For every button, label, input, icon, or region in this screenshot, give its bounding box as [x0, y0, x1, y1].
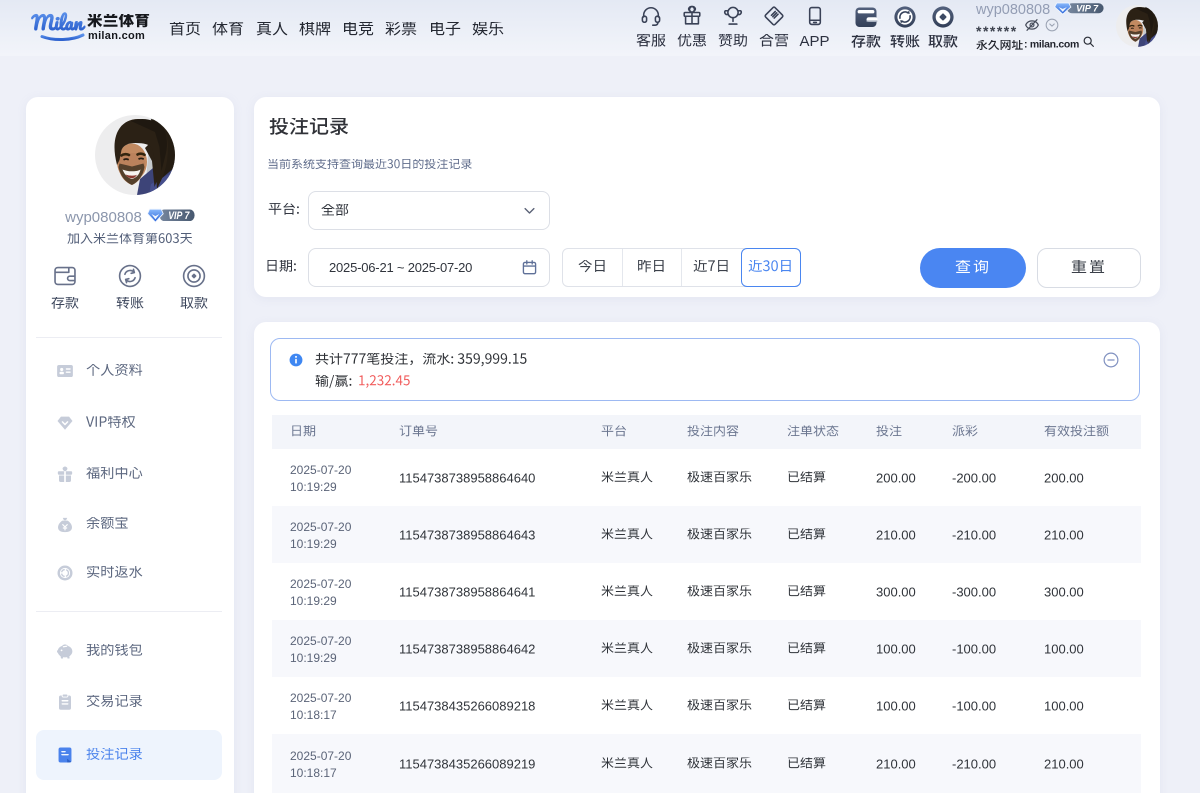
svg-text:VIP 7: VIP 7 — [168, 210, 190, 222]
svg-text:VIP 7: VIP 7 — [1076, 4, 1099, 14]
